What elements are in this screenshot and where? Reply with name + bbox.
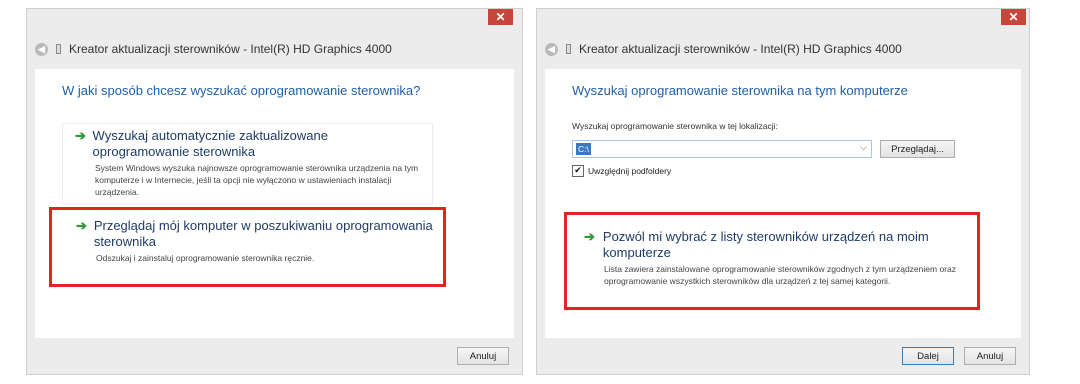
device-icon (56, 44, 61, 54)
left-window-title: Kreator aktualizacji sterowników - Intel… (69, 42, 392, 56)
option-browse-computer[interactable]: ➔ Przeglądaj mój komputer w poszukiwaniu… (49, 207, 446, 287)
left-content-panel: W jaki sposób chcesz wyszukać oprogramow… (35, 69, 514, 338)
left-close-button[interactable]: ✕ (488, 9, 513, 25)
device-icon (566, 44, 571, 54)
back-arrow-icon[interactable]: ◀ (545, 42, 558, 56)
option-auto-search-description: System Windows wyszuka najnowsze oprogra… (95, 163, 419, 197)
left-footer: Anuluj (27, 336, 522, 374)
green-arrow-icon: ➔ (75, 128, 86, 143)
browse-button[interactable]: Przeglądaj... (880, 140, 955, 158)
include-subfolders-checkbox[interactable]: ✔ (572, 165, 584, 177)
left-page-heading: W jaki sposób chcesz wyszukać oprogramow… (62, 83, 421, 98)
option-browse-computer-description: Odszukaj i zainstaluj oprogramowanie ste… (96, 253, 315, 263)
include-subfolders-label: Uwzględnij podfoldery (588, 166, 672, 176)
left-cancel-button[interactable]: Anuluj (457, 347, 509, 365)
right-window-title: Kreator aktualizacji sterowników - Intel… (579, 42, 902, 56)
right-title-bar: ◀ Kreator aktualizacji sterowników - Int… (545, 39, 1021, 59)
option-pick-from-list-title: Pozwól mi wybrać z listy sterowników urz… (602, 229, 929, 260)
chevron-down-icon[interactable]: ⌵ (860, 142, 867, 153)
include-subfolders-row: ✔ Uwzględnij podfoldery (572, 165, 671, 177)
location-value: C:\ (576, 143, 591, 155)
right-cancel-button[interactable]: Anuluj (964, 347, 1016, 365)
right-wizard-window: ✕ ◀ Kreator aktualizacji sterowników - I… (536, 8, 1030, 375)
left-wizard-window: ✕ ◀ Kreator aktualizacji sterowników - I… (26, 8, 523, 375)
right-footer: Dalej Anuluj (537, 336, 1029, 374)
left-title-bar: ◀ Kreator aktualizacji sterowników - Int… (35, 39, 514, 59)
location-combobox[interactable]: C:\ ⌵ (572, 140, 872, 158)
location-field-label: Wyszukaj oprogramowanie sterownika w tej… (572, 121, 778, 131)
right-close-button[interactable]: ✕ (1001, 9, 1026, 25)
green-arrow-icon: ➔ (76, 218, 87, 233)
option-auto-search-title: Wyszukaj automatycznie zaktualizowane op… (92, 128, 328, 159)
right-content-panel: Wyszukaj oprogramowanie sterownika na ty… (545, 69, 1021, 338)
green-arrow-icon: ➔ (584, 229, 595, 244)
option-pick-from-list-description: Lista zawiera zainstalowane oprogramowan… (604, 264, 956, 286)
option-browse-computer-title: Przeglądaj mój komputer w poszukiwaniu o… (93, 218, 433, 249)
option-pick-from-list[interactable]: ➔ Pozwól mi wybrać z listy sterowników u… (564, 212, 980, 310)
option-auto-search[interactable]: ➔ Wyszukaj automatycznie zaktualizowane … (62, 123, 433, 205)
right-page-heading: Wyszukaj oprogramowanie sterownika na ty… (572, 83, 908, 98)
back-arrow-icon[interactable]: ◀ (35, 42, 48, 56)
next-button[interactable]: Dalej (902, 347, 954, 365)
